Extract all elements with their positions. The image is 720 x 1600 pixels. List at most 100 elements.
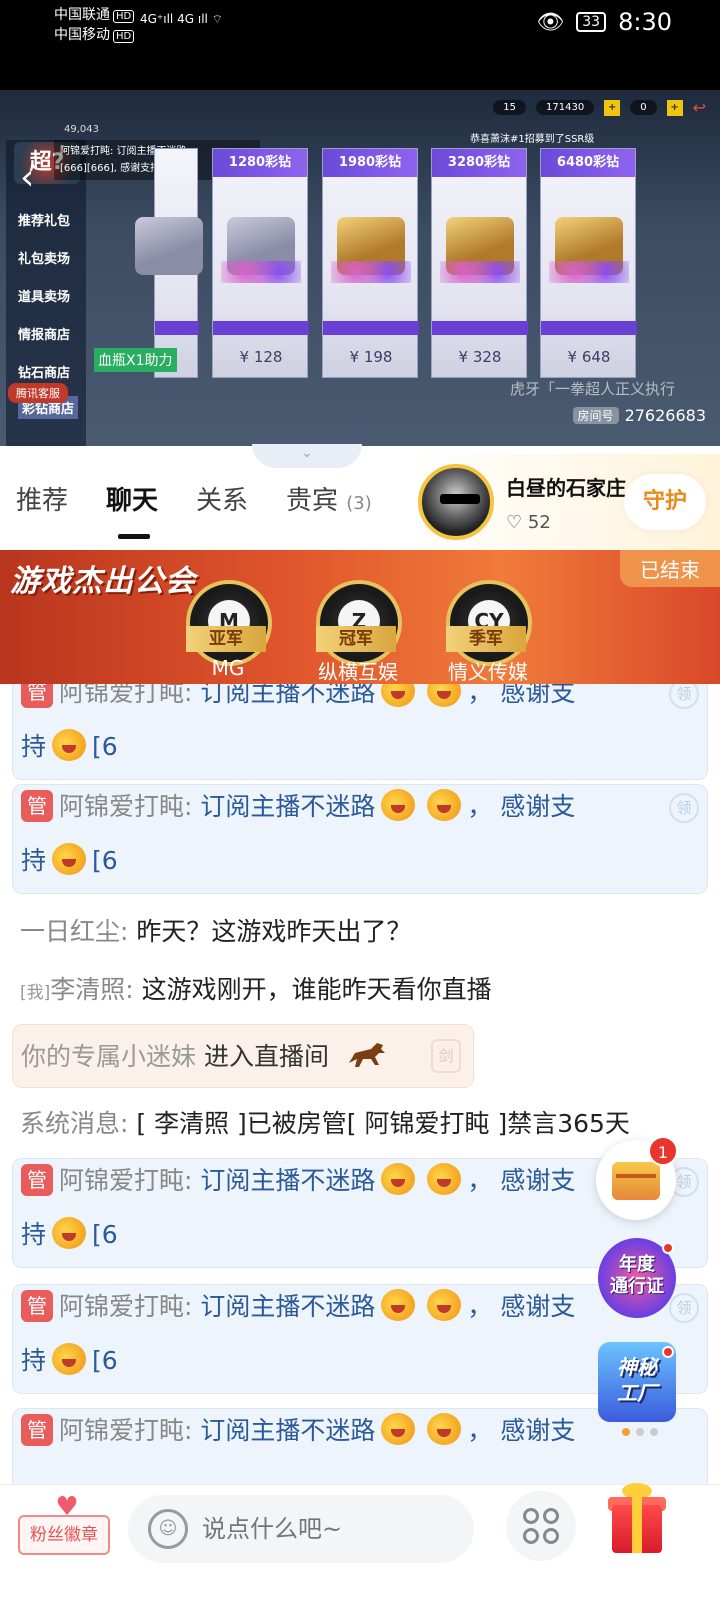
game-side-item: 礼包卖场 bbox=[18, 252, 71, 267]
watermark: 虎牙「一拳超人正义执行 bbox=[510, 380, 676, 398]
guild-name: 情义传媒 bbox=[448, 660, 528, 684]
plus-icon: + bbox=[604, 99, 621, 116]
guild-name: MG bbox=[211, 656, 245, 680]
medal-third: CY bbox=[446, 580, 532, 666]
banner-title: 游戏杰出公会 bbox=[10, 564, 196, 599]
gems-image bbox=[549, 261, 629, 283]
emoji-666-icon bbox=[381, 1163, 416, 1195]
eye-icon: 👁 bbox=[536, 9, 565, 35]
annual-pass-button[interactable]: 年度 通行证 bbox=[598, 1238, 676, 1318]
game-side-item: 道具卖场 bbox=[18, 290, 71, 305]
emoji-666-icon bbox=[52, 843, 87, 875]
emoji-666-icon bbox=[381, 789, 416, 821]
medal-second: M bbox=[186, 580, 272, 666]
chat-message: 管阿锦爱打盹: 订阅主播不迷路， 感谢支 持 [6 领 bbox=[12, 684, 708, 780]
gems-image bbox=[221, 261, 301, 283]
medal-first: Z bbox=[316, 580, 402, 666]
guild-name: 纵横互娱 bbox=[318, 660, 398, 684]
carrier-2: 中国移动 HD bbox=[54, 24, 135, 44]
diamond-count: 0 bbox=[630, 100, 657, 115]
emoji-666-icon bbox=[427, 789, 462, 821]
gems-image bbox=[440, 261, 520, 283]
chat-input[interactable] bbox=[202, 1507, 452, 1551]
manager-badge: 管 bbox=[21, 1164, 53, 1196]
emoji-666-icon bbox=[52, 1217, 87, 1249]
more-button[interactable] bbox=[506, 1491, 576, 1561]
game-resource-bar: 15 171430 + 0 + ↩ bbox=[493, 98, 706, 117]
gems-image bbox=[331, 261, 411, 283]
clock: 8:30 bbox=[618, 8, 672, 36]
horse-icon bbox=[348, 1043, 385, 1067]
banner-status: 已结束 bbox=[620, 550, 720, 587]
medal-rank: 亚军 bbox=[186, 626, 266, 652]
treasure-chest-button[interactable]: 1 bbox=[596, 1136, 678, 1220]
carrier-1: 中国联通 HD bbox=[54, 4, 135, 24]
emoji-666-icon bbox=[381, 1289, 416, 1321]
chat-input-box[interactable]: ☺ bbox=[128, 1495, 474, 1563]
system-message: 系统消息: [ 李清照 ]已被房管[ 阿锦爱打盹 ]禁言365天 bbox=[20, 1109, 630, 1138]
heart-icon: ♥ bbox=[55, 1492, 79, 1522]
game-side-item: 推荐礼包 bbox=[18, 214, 71, 229]
blood-bottle-label: 血瓶X1助力 bbox=[94, 348, 177, 372]
red-dot bbox=[662, 1346, 674, 1358]
red-dot bbox=[662, 1242, 674, 1254]
emoji-666-icon bbox=[427, 1289, 462, 1321]
guild-banner[interactable]: 游戏杰出公会 已结束 M 亚军 MG Z 冠军 纵横互娱 CY 季军 情义传媒 bbox=[0, 550, 720, 684]
live-room-screen: 中国联通 HD 中国移动 HD 4G⁺ıll 4G ıll ⌔ 👁 33 8:30 … bbox=[0, 0, 720, 1600]
notification-badge: 1 bbox=[648, 1136, 678, 1166]
manager-badge: 管 bbox=[21, 790, 53, 822]
claim-icon[interactable]: 领 bbox=[669, 684, 699, 709]
shop-card: 1980彩钻 ¥ 198 bbox=[322, 148, 419, 378]
fan-badge-button[interactable]: ♥ 粉丝徽章 bbox=[18, 1494, 110, 1555]
anchor-card[interactable]: 白昼的石家庄 ♡ 52 守护 bbox=[410, 454, 720, 550]
tab-vip[interactable]: 贵宾 (3) bbox=[286, 480, 372, 517]
heart-icon: ♡ bbox=[506, 512, 523, 533]
shop-card: 1280彩钻 ¥ 128 bbox=[212, 148, 309, 378]
anchor-avatar[interactable] bbox=[418, 464, 494, 540]
emoji-666-icon bbox=[427, 1163, 462, 1195]
shop-card: 6480彩钻 ¥ 648 bbox=[540, 148, 637, 378]
emoji-666-icon bbox=[52, 729, 87, 761]
chat-message: 管阿锦爱打盹: 订阅主播不迷路， 感谢支 持 [6 领 bbox=[12, 784, 708, 894]
anchor-likes: ♡ 52 bbox=[506, 512, 551, 533]
shop-card-partial bbox=[135, 148, 203, 378]
guard-button[interactable]: 守护 bbox=[624, 474, 706, 530]
room-number: 房间号 27626683 bbox=[572, 406, 706, 425]
video-player[interactable]: 超? 推荐礼包 礼包卖场 道具卖场 情报商店 钻石商店 彩钻商店 49,043 … bbox=[0, 90, 720, 446]
battery-icon: 33 bbox=[576, 12, 607, 32]
chat-message: 一日红尘: 昨天？这游戏昨天出了？ bbox=[20, 917, 412, 946]
tab-underline bbox=[118, 534, 150, 539]
tab-recommend[interactable]: 推荐 bbox=[16, 480, 68, 517]
back-icon[interactable]: ‹ bbox=[20, 160, 56, 196]
signal-icon: 4G⁺ıll 4G ıll ⌔ bbox=[140, 12, 223, 26]
emoji-666-icon bbox=[427, 684, 462, 707]
gift-button[interactable] bbox=[608, 1477, 666, 1557]
return-icon: ↩ bbox=[692, 98, 706, 117]
game-side-item: 情报商店 bbox=[18, 328, 71, 343]
status-right: 👁 33 8:30 bbox=[536, 8, 672, 36]
anchor-name: 白昼的石家庄 bbox=[506, 476, 626, 500]
mystery-factory-button[interactable]: 神秘 工厂 bbox=[598, 1342, 676, 1422]
bottom-bar: ♥ 粉丝徽章 ☺ bbox=[0, 1483, 720, 1600]
emoji-666-icon bbox=[52, 1343, 87, 1375]
status-bar: 中国联通 HD 中国移动 HD 4G⁺ıll 4G ıll ⌔ 👁 33 8:30 bbox=[0, 0, 720, 90]
gem-count: 15 bbox=[493, 100, 527, 115]
welcome-message: 你的专属小迷妹 进入直播间 剑 bbox=[12, 1024, 474, 1088]
medal-rank: 冠军 bbox=[316, 626, 396, 652]
collapse-handle[interactable]: ⌄ bbox=[252, 444, 362, 468]
medal-rank: 季军 bbox=[446, 626, 526, 652]
emoji-icon[interactable]: ☺ bbox=[148, 1509, 188, 1549]
game-side-item: 钻石商店 bbox=[18, 366, 71, 381]
manager-badge: 管 bbox=[21, 684, 53, 708]
plus-icon: + bbox=[666, 99, 683, 116]
manager-badge: 管 bbox=[21, 1290, 53, 1322]
chat-message: [我]李清照: 这游戏刚开，谁能昨天看你直播 bbox=[20, 975, 492, 1004]
tab-relations[interactable]: 关系 bbox=[196, 480, 248, 517]
tab-chat[interactable]: 聊天 bbox=[106, 480, 158, 517]
congrats-text: 恭喜萧沫#1招募到了SSR级 bbox=[470, 134, 595, 145]
sword-icon: 剑 bbox=[431, 1039, 461, 1073]
claim-icon[interactable]: 领 bbox=[669, 793, 699, 823]
chevron-down-icon: ⌄ bbox=[301, 445, 313, 461]
manager-badge: 管 bbox=[21, 1414, 53, 1446]
emoji-666-icon bbox=[427, 1413, 462, 1445]
